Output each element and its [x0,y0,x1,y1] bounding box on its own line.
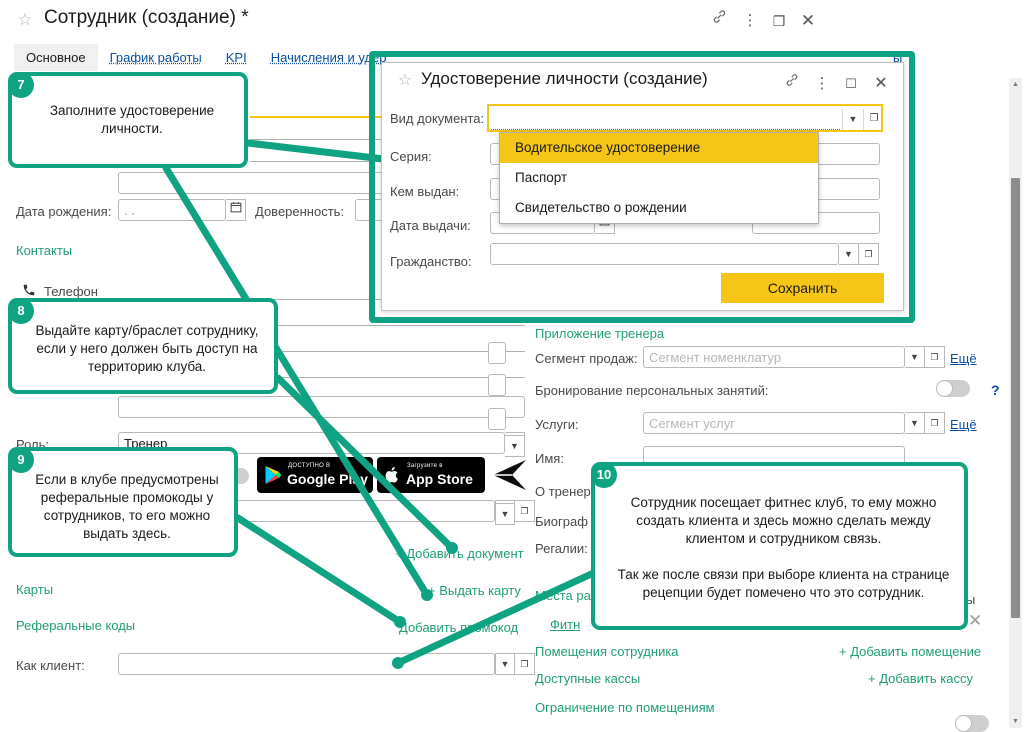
name-label: Имя: [535,451,564,466]
partial-dropdown-1[interactable]: ▼ [505,435,525,457]
partial-field-1[interactable] [488,342,506,364]
restore-icon[interactable]: ❐ [766,8,792,34]
power-of-attorney-label: Доверенность: [255,204,345,219]
contacts-header: Контакты [16,243,73,258]
regalia-label: Регалии: [535,541,588,556]
tab-kpi[interactable]: KPI [214,44,259,71]
personal-booking-help-icon[interactable]: ? [991,382,1000,398]
services-label: Услуги: [535,417,579,432]
callout-9-text: Если в клубе предусмотрены реферальные п… [35,472,219,541]
link-icon[interactable] [706,8,732,34]
field-hidden-4[interactable] [118,172,385,194]
callout-10: 10 Сотрудник посещает фитнес клуб, то ем… [591,462,968,630]
as-client-open[interactable]: ❐ [515,653,535,675]
sales-segment-input[interactable]: Сегмент номенклатур [643,346,905,368]
sales-segment-label: Сегмент продаж: [535,351,638,366]
cashboxes-label: Доступные кассы [535,671,641,686]
issue-card-link[interactable]: + Выдать карту [428,583,521,598]
services-open[interactable]: ❐ [925,412,945,434]
remove-icon[interactable]: ✕ [968,611,982,631]
partial-dropdown-2[interactable]: ▼ [495,503,515,525]
callout-7-number: 7 [8,72,34,98]
services-more-link[interactable]: Ещё [950,417,977,432]
callout-9: 9 Если в клубе предусмотрены реферальные… [8,447,238,557]
field-hidden-2[interactable] [250,140,385,162]
add-promocode-link[interactable]: Добавить промокод [399,620,518,635]
more-menu-icon[interactable]: ⋮ [737,8,763,34]
callout-8: 8 Выдайте карту/браслет сотруднику, если… [8,298,278,394]
app-store-badge[interactable]: Загрузите в App Store [377,457,485,493]
callout-8-text: Выдайте карту/браслет сотруднику, если у… [35,323,259,374]
field-hidden-yellow[interactable] [250,96,385,118]
biography-label: Биограф [535,514,588,529]
contact-row-6[interactable] [118,396,525,418]
about-trainer-label: О тренер [535,484,591,499]
phone-label: Телефон [44,284,98,299]
as-client-label: Как клиент: [16,658,85,673]
close-icon[interactable]: ✕ [795,8,821,34]
phone-icon [22,283,36,297]
tab-osnovnoe[interactable]: Основное [14,44,98,71]
add-room-link[interactable]: + Добавить помещение [839,644,981,659]
google-play-badge[interactable]: ДОСТУПНО В Google Play [257,457,373,493]
partial-field-2[interactable] [488,374,506,396]
personal-booking-toggle[interactable] [936,380,970,397]
google-play-big: Google Play [287,471,368,487]
room-restriction-label: Ограничение по помещениям [535,700,715,715]
calendar-icon[interactable] [226,199,246,221]
tab-grafik-raboty[interactable]: График работы [98,44,214,71]
scroll-down-icon[interactable]: ▼ [1009,715,1022,728]
add-cashbox-link[interactable]: + Добавить кассу [868,671,973,686]
callout-7: 7 Заполните удостоверение личности. [8,72,248,168]
birth-date-input[interactable]: . . [118,199,226,221]
birth-date-value: . . [124,203,135,218]
window-title-bar: ☆ Сотрудник (создание) * ⋮ ❐ ✕ [0,0,1024,40]
field-lower-1-open[interactable]: ❐ [515,500,535,522]
callout-8-number: 8 [8,298,34,324]
sales-segment-open[interactable]: ❐ [925,346,945,368]
fitness-link[interactable]: Фитн [550,617,580,632]
app-store-small: Загрузите в [407,463,443,469]
page-title: Сотрудник (создание) * [44,7,249,28]
partial-field-3[interactable] [488,408,506,430]
cards-header: Карты [16,582,54,597]
birth-date-label: Дата рождения: [16,204,112,219]
sales-segment-more-link[interactable]: Ещё [950,351,977,366]
scroll-thumb[interactable] [1011,178,1020,618]
services-placeholder: Сегмент услуг [649,416,735,431]
modal-highlight-frame [369,51,915,323]
callout-7-text: Заполните удостоверение личности. [49,103,215,136]
tab-bar: Основное График работы KPI Начисления и уде… [14,44,399,71]
google-play-small: ДОСТУПНО В [288,463,331,469]
as-client-input[interactable] [118,653,495,675]
callout-10-text: Сотрудник посещает фитнес клуб, то ему м… [617,495,950,600]
add-document-link[interactable]: + Добавить документ [395,546,524,561]
vertical-scrollbar[interactable]: ▲ ▼ [1009,78,1022,728]
callout-9-number: 9 [8,447,34,473]
room-restriction-toggle[interactable] [955,715,989,732]
field-hidden-1[interactable] [250,118,385,140]
as-client-dropdown[interactable]: ▼ [495,653,515,675]
telegram-icon[interactable] [492,458,528,492]
services-input[interactable]: Сегмент услуг [643,412,905,434]
favorite-star-icon[interactable]: ☆ [16,11,34,29]
callout-10-number: 10 [591,462,617,488]
sales-segment-dropdown[interactable]: ▼ [905,346,925,368]
services-dropdown[interactable]: ▼ [905,412,925,434]
workplaces-label: Места ра [535,588,591,603]
app-store-big: App Store [406,471,473,487]
rooms-label: Помещения сотрудника [535,644,679,659]
scroll-up-icon[interactable]: ▲ [1009,78,1022,91]
sales-segment-placeholder: Сегмент номенклатур [649,350,782,365]
referral-header: Реферальные коды [16,618,136,633]
trainer-app-header: Приложение тренера [535,326,665,341]
personal-booking-label: Бронирование персональных занятий: [535,383,769,398]
